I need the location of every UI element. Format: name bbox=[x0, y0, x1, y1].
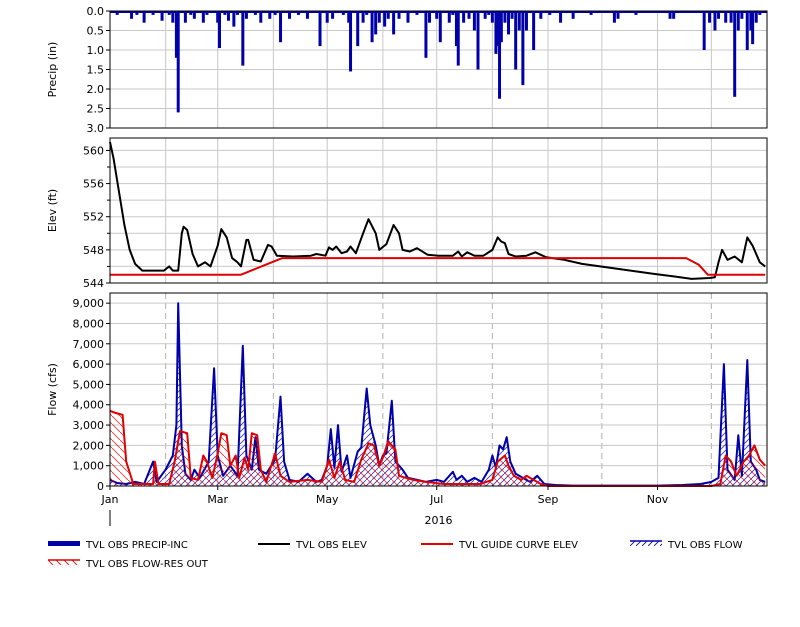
precip-bar bbox=[349, 11, 353, 72]
y-tick-label: 3,000 bbox=[73, 419, 105, 432]
y-tick-label: 1.5 bbox=[87, 64, 105, 77]
plot-frame bbox=[109, 137, 768, 284]
x-tick-label: Nov bbox=[647, 493, 669, 506]
precip-bar bbox=[499, 11, 503, 43]
y-axis-title: Elev (ft) bbox=[46, 189, 59, 232]
legend-label: TVL OBS FLOW-RES OUT bbox=[85, 559, 209, 570]
precip-bar bbox=[218, 11, 221, 49]
y-tick-label: 544 bbox=[83, 277, 104, 290]
precip-bar bbox=[521, 11, 525, 86]
precip-bar bbox=[374, 11, 378, 35]
y-tick-label: 8,000 bbox=[73, 317, 105, 330]
precip-bar bbox=[713, 11, 717, 31]
y-tick-label: 2.0 bbox=[87, 83, 105, 96]
y-tick-label: 3.0 bbox=[87, 122, 105, 135]
precip-bar bbox=[370, 11, 374, 43]
precip-bar bbox=[733, 11, 737, 97]
y-tick-label: 548 bbox=[83, 244, 104, 257]
legend-label: TVL OBS PRECIP-INC bbox=[85, 540, 188, 551]
y-tick-label: 7,000 bbox=[73, 338, 105, 351]
precip-bar bbox=[736, 11, 740, 31]
precip-bar bbox=[392, 11, 396, 35]
precip-bar bbox=[241, 11, 245, 66]
y-tick-label: 2,000 bbox=[73, 439, 105, 452]
precip-bar bbox=[438, 11, 442, 43]
precip-bar bbox=[424, 11, 428, 58]
precip-bar bbox=[702, 11, 706, 50]
precip-bar bbox=[532, 11, 536, 50]
y-tick-label: 552 bbox=[83, 211, 104, 224]
y-axis-title: Flow (cfs) bbox=[46, 363, 59, 416]
y-tick-label: 0 bbox=[97, 480, 104, 493]
precip-bar bbox=[318, 11, 322, 47]
x-axis-year-label: 2016 bbox=[425, 514, 453, 527]
y-axis-title: Precip (in) bbox=[46, 42, 59, 98]
precip-bar bbox=[456, 11, 460, 66]
x-tick-label: May bbox=[316, 493, 339, 506]
precip-bar bbox=[232, 11, 236, 27]
precip-bar bbox=[383, 11, 387, 27]
y-tick-label: 1,000 bbox=[73, 460, 105, 473]
y-tick-label: 9,000 bbox=[73, 297, 105, 310]
precip-bar bbox=[514, 11, 518, 70]
precip-bar bbox=[745, 11, 749, 50]
y-tick-label: 0.5 bbox=[87, 25, 105, 38]
precip-bar bbox=[476, 11, 480, 70]
precip-bar bbox=[176, 11, 180, 113]
precip-bar bbox=[507, 11, 511, 35]
y-tick-label: 6,000 bbox=[73, 358, 105, 371]
y-tick-label: 560 bbox=[83, 144, 104, 157]
x-tick-label: Sep bbox=[538, 493, 559, 506]
precip-bar bbox=[524, 11, 528, 31]
x-tick-label: Mar bbox=[207, 493, 228, 506]
series-line bbox=[109, 302, 766, 487]
legend-swatch-thick bbox=[48, 541, 80, 546]
precip-bar bbox=[472, 11, 476, 31]
precip-bar bbox=[751, 11, 755, 45]
legend-label: TVL OBS FLOW bbox=[667, 540, 743, 551]
legend-label: TVL OBS ELEV bbox=[295, 540, 367, 551]
y-tick-label: 1.0 bbox=[87, 44, 105, 57]
y-tick-label: 0.0 bbox=[87, 5, 105, 18]
hydrograph-chart: 0.0 0.5 1.0 1.5 2.0 2.5 3.0 Precip (in) 544 548 55… bbox=[46, 5, 768, 570]
x-tick-label: Jul bbox=[429, 493, 443, 506]
legend-label: TVL GUIDE CURVE ELEV bbox=[458, 540, 578, 551]
y-tick-label: 5,000 bbox=[73, 378, 105, 391]
y-tick-label: 556 bbox=[83, 178, 104, 191]
y-tick-label: 4,000 bbox=[73, 399, 105, 412]
y-tick-label: 2.5 bbox=[87, 103, 105, 116]
precip-bar bbox=[356, 11, 360, 47]
flow-area-res-out bbox=[110, 410, 766, 486]
x-tick-label: Jan bbox=[101, 493, 119, 506]
precip-bar bbox=[279, 11, 283, 43]
precip-bar bbox=[517, 11, 521, 31]
